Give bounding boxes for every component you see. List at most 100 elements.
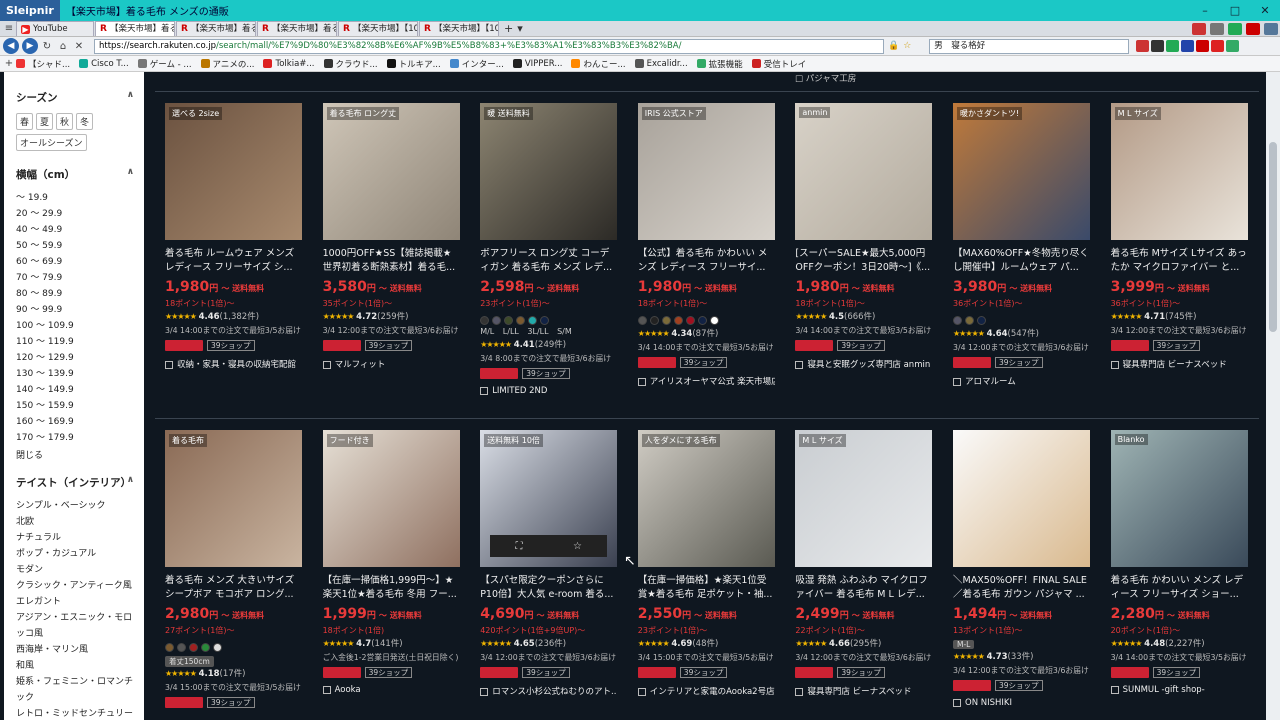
product-name[interactable]: 1000円OFF★SS【雑誌掲載★世界初着る断熱素材】着る毛...	[323, 247, 460, 275]
width-range-11[interactable]: 130 〜 139.9	[16, 366, 134, 382]
shop-link[interactable]: LIMITED 2ND	[480, 386, 617, 396]
product-name[interactable]: 着る毛布 かわいい メンズ レディース フリーサイズ ショー...	[1111, 574, 1248, 602]
color-swatch[interactable]	[492, 316, 502, 325]
product-image[interactable]: フード付き	[322, 430, 460, 567]
tab-tool-icon-1[interactable]	[1210, 22, 1224, 35]
tab-tool-icon-4[interactable]	[1264, 22, 1278, 35]
tool-icon-3[interactable]	[1166, 40, 1180, 52]
tab-0[interactable]: ▶ YouTube	[16, 21, 94, 36]
color-swatch[interactable]	[528, 316, 538, 325]
color-swatch[interactable]	[637, 316, 647, 325]
product-name[interactable]: 着る毛布 ルームウェア メンズ レディース フリーサイズ シ...	[165, 247, 302, 275]
product-image[interactable]: 人をダメにする毛布	[637, 430, 775, 567]
chevron-up-icon[interactable]: ∧	[127, 167, 134, 182]
width-range-2[interactable]: 40 〜 49.9	[16, 222, 134, 238]
favorite-star-icon[interactable]: ☆	[573, 541, 582, 552]
color-swatch[interactable]	[213, 643, 222, 652]
product-name[interactable]: 着る毛布 メンズ 大きいサイズ シープボア モコボア ロング...	[165, 574, 302, 602]
product-image[interactable]	[953, 430, 1090, 567]
tab-1[interactable]: R【楽天市場】着る...	[95, 21, 175, 36]
width-heading[interactable]: 横幅（cm） ∧	[16, 167, 134, 182]
color-swatch[interactable]	[516, 316, 526, 325]
bookmark-7[interactable]: インター...	[449, 58, 504, 70]
color-swatch[interactable]	[953, 316, 962, 325]
shop-link[interactable]: Aooka	[322, 685, 460, 695]
width-range-8[interactable]: 100 〜 109.9	[16, 318, 134, 334]
taste-6[interactable]: エレガント	[16, 594, 134, 610]
shop-link[interactable]: 寝具専門店 ビーナスベッド	[795, 685, 932, 697]
url-field[interactable]: https://search.rakuten.co.jp/search/mall…	[94, 38, 884, 54]
search-input[interactable]: 男 寝る格好	[929, 38, 1130, 54]
product-image[interactable]: 暖かさダントツ!	[953, 103, 1090, 240]
product-card[interactable]: ＼MAX50%OFF！FINAL SALE／着る毛布 ガウン パジャマ ... 1…	[953, 430, 1090, 708]
width-range-12[interactable]: 140 〜 149.9	[16, 382, 134, 398]
rating[interactable]: ★★★★★ 4.71(745件)	[1111, 310, 1248, 324]
taste-4[interactable]: モダン	[16, 562, 134, 578]
product-name[interactable]: 着る毛布 Mサイズ Lサイズ あったか マイクロファイバー と...	[1111, 247, 1248, 275]
season-chip-1[interactable]: 夏	[36, 113, 54, 130]
close-link[interactable]: 閉じる	[16, 448, 134, 461]
product-card[interactable]: フード付き 【在庫一掃価格1,999円〜】★楽天1位★着る毛布 冬用 フー... 1…	[322, 430, 460, 695]
tab-3[interactable]: R【楽天市場】着る...	[257, 21, 337, 36]
bookmark-11[interactable]: 拡張機能	[696, 58, 743, 70]
product-card[interactable]: 送料無料 10倍 ⛶ ☆ 【スパセ限定クーポンさらにP10倍】大人気 e-room 着…	[480, 430, 618, 697]
tab-tool-icon-3[interactable]	[1246, 22, 1260, 35]
rating[interactable]: ★★★★★ 4.46(1,382件)	[165, 310, 302, 324]
shop-link[interactable]: 収納・家具・寝具の収納宅配館	[165, 358, 302, 370]
product-name[interactable]: 【公式】着る毛布 かわいい メンズ レディース フリーサイ...	[638, 247, 775, 275]
rating[interactable]: ★★★★★ 4.48(2,227件)	[1111, 637, 1248, 651]
product-image[interactable]: Blanko	[1110, 430, 1248, 567]
rakuten-tool-icon[interactable]	[1196, 40, 1210, 52]
tab-tool-icon-0[interactable]	[1192, 22, 1206, 35]
taste-9[interactable]: 和風	[16, 658, 134, 674]
shop-link[interactable]: ON NISHIKI	[953, 698, 1090, 708]
product-name[interactable]: 【在庫一掃価格1,999円〜】★楽天1位★着る毛布 冬用 フー...	[323, 574, 460, 602]
new-tab-icon[interactable]: +	[504, 22, 513, 35]
product-image[interactable]: 着る毛布 ロング丈	[322, 103, 460, 240]
bookmark-6[interactable]: トルキア...	[386, 58, 441, 70]
bookmark-12[interactable]: 受信トレイ	[751, 58, 806, 70]
taste-10[interactable]: 姫系・フェミニン・ロマンチック	[16, 674, 134, 706]
reload-icon[interactable]: ↻	[40, 41, 54, 52]
rating[interactable]: ★★★★★ 4.34(87件)	[638, 327, 775, 341]
tab-5[interactable]: R【楽天市場】【10...	[419, 21, 499, 36]
color-swatch[interactable]	[977, 316, 986, 325]
season-chip-2[interactable]: 秋	[56, 113, 74, 130]
product-card[interactable]: 着る毛布 着る毛布 メンズ 大きいサイズ シープボア モコボア ロング... 2,9…	[165, 430, 302, 709]
season-heading[interactable]: シーズン ∧	[16, 90, 134, 105]
product-name[interactable]: [スーパーSALE★最大5,000円OFFクーポン！3日20時〜]《...	[795, 247, 932, 275]
expand-icon[interactable]: ⛶	[515, 541, 522, 552]
season-chip-0[interactable]: 春	[16, 113, 34, 130]
x-tool-icon[interactable]	[1151, 40, 1165, 52]
product-image[interactable]: 送料無料 10倍 ⛶ ☆	[480, 430, 618, 567]
product-image[interactable]: 選べる 2size	[165, 103, 302, 240]
bookmark-8[interactable]: VIPPER...	[512, 59, 562, 69]
product-image[interactable]: 暖 送料無料	[480, 103, 618, 240]
taste-5[interactable]: クラシック・アンティーク風	[16, 578, 134, 594]
shop-link[interactable]: アイリスオーヤマ公式 楽天市場店	[637, 375, 775, 387]
chevron-up-icon[interactable]: ∧	[127, 90, 134, 105]
bookmark-10[interactable]: Excalidr...	[634, 59, 688, 69]
taste-11[interactable]: レトロ・ミッドセンチュリー	[16, 706, 134, 720]
product-card[interactable]: anmin [スーパーSALE★最大5,000円OFFクーポン！3日20時〜]《.…	[795, 103, 933, 370]
width-range-14[interactable]: 160 〜 169.9	[16, 414, 134, 430]
maximize-icon[interactable]: □	[1220, 0, 1250, 21]
product-image[interactable]: M L サイズ	[795, 430, 933, 567]
rating[interactable]: ★★★★★ 4.73(33件)	[953, 650, 1090, 664]
rating[interactable]: ★★★★★ 4.18(17件)	[165, 667, 302, 681]
width-range-1[interactable]: 20 〜 29.9	[16, 206, 134, 222]
tool-icon-4[interactable]	[1181, 40, 1195, 52]
shop-link[interactable]: アロマルーム	[953, 375, 1090, 387]
taste-7[interactable]: アジアン・エスニック・モロッコ風	[16, 610, 134, 642]
width-range-5[interactable]: 70 〜 79.9	[16, 270, 134, 286]
shop-link[interactable]: 寝具専門店 ビーナスベッド	[1110, 358, 1248, 370]
top-shop-note[interactable]: □ パジャマ工房	[795, 72, 856, 84]
season-chip-3[interactable]: 冬	[76, 113, 94, 130]
product-card[interactable]: 暖 送料無料 ボアフリース ロング丈 コーディガン 着る毛布 メンズ レデ... 2…	[480, 103, 618, 396]
color-swatch[interactable]	[504, 316, 514, 325]
shop-link[interactable]: SUNMUL -gift shop-	[1110, 685, 1248, 695]
product-card[interactable]: M L サイズ 着る毛布 Mサイズ Lサイズ あったか マイクロファイバー と..…	[1110, 103, 1248, 370]
width-range-7[interactable]: 90 〜 99.9	[16, 302, 134, 318]
taste-1[interactable]: 北欧	[16, 514, 134, 530]
product-name[interactable]: ボアフリース ロング丈 コーディガン 着る毛布 メンズ レデ...	[480, 247, 617, 275]
